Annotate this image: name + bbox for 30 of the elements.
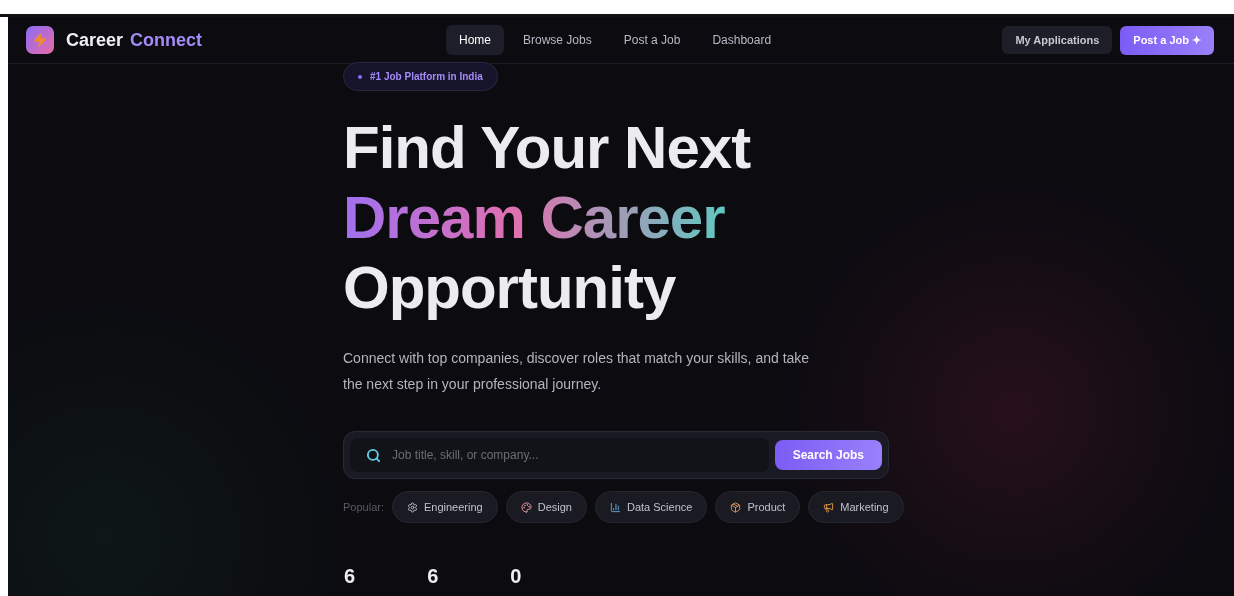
package-icon [730, 501, 742, 513]
category-chip[interactable]: Engineering [392, 491, 498, 523]
headline: Opportunity [343, 253, 676, 323]
category-chip[interactable]: Data Science [594, 491, 708, 523]
category-chip[interactable]: Marketing [808, 491, 904, 523]
megaphone-icon [823, 501, 835, 513]
bar-chart-icon [609, 501, 621, 513]
stat-value: 0 [510, 565, 522, 588]
search-field[interactable]: Job title, skill, or company... [350, 438, 769, 472]
applications-button[interactable]: My Applications [1002, 26, 1113, 54]
post-job-button[interactable]: Post a Job ✦ [1120, 25, 1214, 55]
nav-link[interactable]: Home [446, 25, 504, 55]
search-button[interactable]: Search Jobs [774, 440, 882, 470]
category-chip[interactable]: Design [505, 491, 587, 523]
nav-link[interactable]: Browse Jobs [510, 25, 605, 55]
category-chip[interactable]: Product [715, 491, 801, 523]
brand-name: Career [66, 29, 124, 51]
palette-icon [520, 501, 532, 513]
stat-value: 6 [344, 565, 356, 588]
nav-link[interactable]: Dashboard [699, 25, 785, 55]
search-icon [366, 448, 381, 463]
logo-icon [26, 26, 54, 54]
nav-link[interactable]: Post a Job [610, 25, 694, 55]
headline: Find Your Next [343, 113, 751, 183]
platform-badge: #1 Job Platform in India [343, 62, 498, 91]
subtitle: Connect with top companies, discover roles that match your skills, and take the next step in your professional journey. [343, 349, 811, 394]
gear-icon [407, 501, 418, 513]
stat-value: 6 [427, 565, 439, 588]
popular-label: Popular: [343, 501, 384, 513]
brand-name-accent: Connect [130, 29, 203, 51]
